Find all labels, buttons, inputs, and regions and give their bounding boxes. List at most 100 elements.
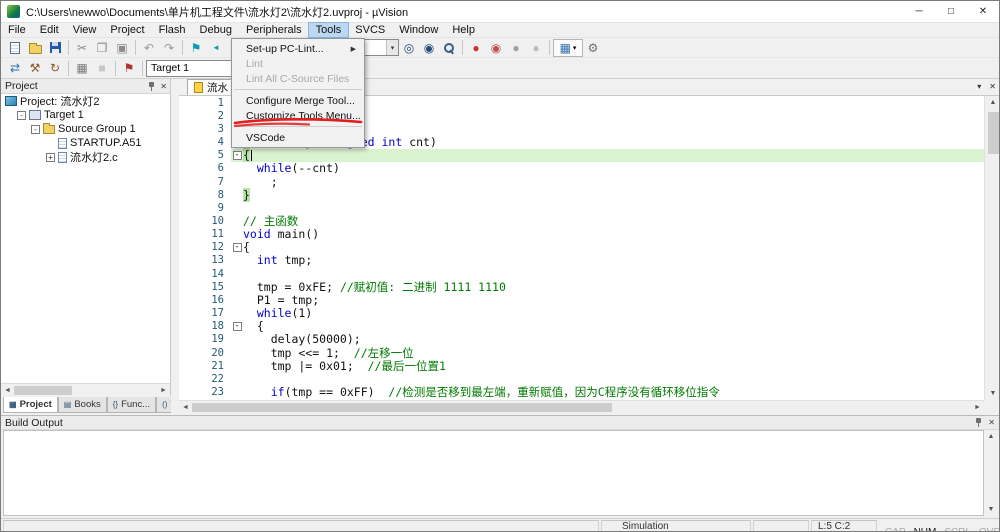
build-icon[interactable]: ⚒ [25, 59, 45, 77]
simulation-status: Simulation [601, 520, 751, 531]
batch-build-icon[interactable]: ▦ [72, 59, 92, 77]
panel-close-icon[interactable]: ✕ [988, 418, 995, 427]
download-flag-icon[interactable]: ⚑ [119, 59, 139, 77]
pin-icon[interactable] [973, 417, 983, 428]
menu-view[interactable]: View [66, 23, 104, 37]
find-next-icon[interactable]: ◎ [399, 39, 419, 57]
close-editor-icon[interactable]: ✕ [989, 82, 996, 91]
panel-tab-project[interactable]: ▦ Project [3, 397, 58, 413]
scroll-up-icon[interactable]: ▲ [985, 430, 998, 443]
file-icon [194, 82, 203, 93]
fold-toggle-icon[interactable]: - [232, 150, 242, 160]
paste-icon[interactable]: ▣ [112, 39, 132, 57]
maximize-button[interactable]: □ [935, 1, 967, 22]
scroll-right-icon[interactable]: ► [971, 401, 984, 414]
fold-toggle-icon[interactable]: - [232, 242, 242, 252]
search-icon[interactable] [439, 39, 459, 57]
menu-tools[interactable]: Tools [307, 22, 350, 38]
menu-peripherals[interactable]: Peripherals [239, 23, 309, 37]
fold-toggle-icon[interactable]: - [232, 321, 242, 331]
translate-icon[interactable]: ⇄ [5, 59, 25, 77]
redo-icon[interactable]: ↷ [159, 39, 179, 57]
scroll-up-icon[interactable]: ▲ [987, 96, 1000, 109]
menu-item-vscode[interactable]: VSCode [232, 130, 364, 145]
code-text[interactable]: while (--cnt) [243, 161, 984, 175]
cut-icon[interactable]: ✂ [72, 39, 92, 57]
menu-item-configure-merge-tool[interactable]: Configure Merge Tool... [232, 93, 364, 108]
code-text[interactable]: tmp |= 0x01; //最后一位置1 [243, 359, 984, 373]
scrollbar-thumb[interactable] [14, 385, 72, 395]
tree-item-target-1[interactable]: - Target 1 [1, 108, 170, 122]
editor-vscrollbar[interactable]: ▲ ▼ [984, 96, 1000, 400]
enable-breakpoint-icon[interactable]: ◉ [486, 39, 506, 57]
panel-tab-func[interactable]: {} Func... [106, 397, 157, 413]
code-text[interactable]: { [243, 240, 984, 254]
find-in-files-icon[interactable]: ◉ [419, 39, 439, 57]
panel-close-icon[interactable]: ✕ [160, 82, 167, 91]
save-icon[interactable] [45, 39, 65, 57]
insert-breakpoint-icon[interactable]: ● [466, 39, 486, 57]
menu-edit[interactable]: Edit [33, 23, 66, 37]
code-text[interactable]: } [243, 187, 984, 202]
scrollbar-thumb[interactable] [987, 112, 999, 154]
code-text[interactable]: { [243, 148, 984, 163]
close-button[interactable]: ✕ [967, 1, 999, 22]
code-text[interactable]: ; [243, 175, 984, 189]
scroll-right-icon[interactable]: ► [157, 384, 170, 397]
minimize-button[interactable]: ─ [903, 1, 935, 22]
menu-item-set-up-pc-lint[interactable]: Set-up PC-Lint... ▶ [232, 41, 364, 56]
kill-breakpoints-icon[interactable]: ● [526, 39, 546, 57]
menu-item-customize-tools-menu[interactable]: Customize Tools Menu... [232, 108, 364, 123]
copy-icon[interactable]: ❐ [92, 39, 112, 57]
new-file-icon[interactable] [5, 39, 25, 57]
menu-svcs[interactable]: SVCS [348, 23, 392, 37]
panel-tab-books[interactable]: ▤ Books [57, 397, 107, 413]
menu-project[interactable]: Project [103, 23, 151, 37]
menu-help[interactable]: Help [445, 23, 482, 37]
scroll-left-icon[interactable]: ◄ [1, 384, 14, 397]
code-text[interactable]: void main() [243, 227, 984, 241]
tree-item-startup-a51[interactable]: STARTUP.A51 [1, 136, 170, 150]
code-text[interactable]: tmp = 0xFE; //赋初值: 二进制 1111 1110 [243, 280, 984, 294]
disable-breakpoints-icon[interactable]: ● [506, 39, 526, 57]
code-text[interactable] [243, 201, 984, 214]
line-number: 5 [217, 149, 224, 162]
panel-splitter[interactable] [171, 79, 179, 413]
menu-window[interactable]: Window [392, 23, 445, 37]
tab-list-icon[interactable]: ▾ [977, 82, 981, 91]
rebuild-icon[interactable]: ↻ [45, 59, 65, 77]
code-text[interactable]: int tmp; [243, 253, 984, 267]
code-text[interactable]: while (1) [243, 306, 984, 320]
open-file-icon[interactable] [25, 39, 45, 57]
bookmark-icon[interactable]: ⚑ [186, 39, 206, 57]
settings-wrench-icon[interactable]: ⚙ [583, 39, 603, 57]
collapse-icon[interactable]: - [31, 124, 40, 134]
pin-icon[interactable] [146, 81, 156, 92]
prev-bookmark-icon[interactable]: ◄ [206, 39, 226, 57]
tree-item-project-2[interactable]: Project: 流水灯2 [1, 94, 170, 108]
stop-build-icon[interactable]: ■ [92, 59, 112, 77]
menu-debug[interactable]: Debug [193, 23, 239, 37]
menu-flash[interactable]: Flash [152, 23, 193, 37]
editor-tab[interactable]: 流水 [187, 79, 235, 95]
editor-hscrollbar[interactable]: ◄ ► [179, 400, 984, 413]
code-text[interactable]: if (tmp == 0xFF) //检测是否移到最左端，重新赋值，因为C程序没有… [243, 385, 984, 399]
code-text[interactable]: P1 = tmp; [243, 293, 984, 307]
code-text[interactable]: tmp <<= 1; //左移一位 [243, 346, 984, 360]
scrollbar-thumb[interactable] [192, 402, 612, 412]
tree-item-2-c[interactable]: + 流水灯2.c [1, 150, 170, 164]
project-panel-hscrollbar[interactable]: ◄ ► [1, 383, 170, 396]
menu-file[interactable]: File [1, 23, 33, 37]
build-output-vscrollbar[interactable]: ▲ ▼ [985, 430, 997, 516]
build-output-body[interactable] [3, 430, 984, 516]
scroll-down-icon[interactable]: ▼ [987, 387, 1000, 400]
scroll-down-icon[interactable]: ▼ [985, 503, 998, 516]
scroll-left-icon[interactable]: ◄ [179, 401, 192, 414]
tree-item-source-group-1[interactable]: - Source Group 1 [1, 122, 170, 136]
expand-icon[interactable]: + [46, 152, 55, 162]
code-text[interactable]: // 主函数 [243, 214, 984, 228]
code-text[interactable]: { [243, 319, 984, 333]
window-layout-icon[interactable]: ▦ ▾ [553, 38, 583, 57]
undo-icon[interactable]: ↶ [139, 39, 159, 57]
collapse-icon[interactable]: - [17, 110, 26, 120]
